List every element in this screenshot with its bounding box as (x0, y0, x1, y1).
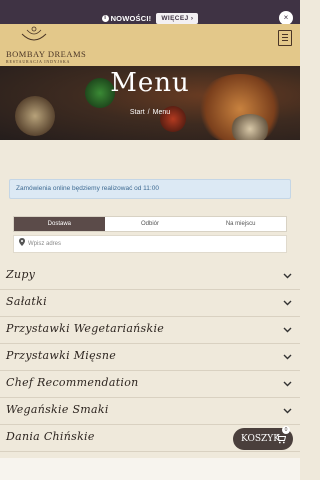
tab-delivery[interactable]: Dostawa (14, 217, 105, 231)
cart-count-badge: 0 (282, 426, 290, 434)
breadcrumb-current: Menu (152, 109, 171, 116)
breadcrumb: Start / Menu (0, 109, 300, 116)
more-button[interactable]: WIĘCEJ › (156, 12, 199, 24)
category-label: Zupy (6, 268, 36, 281)
category-label: Sałatki (6, 295, 47, 308)
category-label: Dania Chińskie (6, 430, 95, 443)
tab-pickup[interactable]: Odbiór (105, 217, 196, 231)
category-meat-starters[interactable]: Przystawki Mięsne (0, 344, 300, 371)
category-salads[interactable]: Sałatki (0, 290, 300, 317)
chevron-down-icon (283, 381, 292, 387)
food-decoration (15, 96, 55, 136)
address-input[interactable]: Wpisz adres (13, 235, 287, 253)
site-header: BOMBAY DREAMS RESTAURACJA INDYJSKA (0, 24, 300, 66)
breadcrumb-start-link[interactable]: Start (130, 109, 145, 116)
category-label: Przystawki Mięsne (6, 349, 117, 362)
breadcrumb-separator: / (147, 109, 150, 116)
food-decoration (230, 114, 270, 140)
category-chef-recommendation[interactable]: Chef Recommendation (0, 371, 300, 398)
logo-emblem-icon[interactable] (19, 24, 49, 42)
info-icon: i (101, 14, 109, 22)
news-label: NOWOŚCI! (110, 13, 152, 23)
close-icon[interactable]: × (279, 11, 293, 25)
hamburger-menu-icon[interactable] (278, 30, 292, 46)
brand-name[interactable]: BOMBAY DREAMS (6, 49, 86, 59)
category-vegan[interactable]: Wegańskie Smaki (0, 398, 300, 425)
order-type-tabs: Dostawa Odbiór Na miejscu (13, 216, 287, 232)
category-soups[interactable]: Zupy (0, 263, 300, 290)
hero-banner: Menu Start / Menu (0, 66, 300, 140)
address-placeholder: Wpisz adres (28, 241, 62, 247)
category-label: Wegańskie Smaki (6, 403, 109, 416)
tab-dine-in[interactable]: Na miejscu (195, 217, 286, 231)
chevron-down-icon (283, 273, 292, 279)
category-list: Zupy Sałatki Przystawki Wegetariańskie P… (0, 263, 300, 452)
opening-hours-notice: Zamówienia online będziemy realizować od… (9, 179, 291, 199)
brand-subtitle: RESTAURACJA INDYJSKA (6, 59, 71, 64)
category-vegetarian-starters[interactable]: Przystawki Wegetariańskie (0, 317, 300, 344)
shopping-cart-icon (276, 434, 286, 444)
chevron-down-icon (283, 300, 292, 306)
cart-button[interactable]: KOSZYK 0 (233, 426, 293, 450)
page-title: Menu (110, 68, 190, 98)
category-label: Chef Recommendation (6, 376, 139, 389)
category-label: Przystawki Wegetariańskie (6, 322, 165, 335)
cart-label: KOSZYK (241, 434, 280, 444)
location-pin-icon (19, 238, 25, 246)
chevron-down-icon (283, 327, 292, 333)
chevron-down-icon (283, 354, 292, 360)
bottom-strip (0, 458, 300, 480)
chevron-down-icon (283, 408, 292, 414)
